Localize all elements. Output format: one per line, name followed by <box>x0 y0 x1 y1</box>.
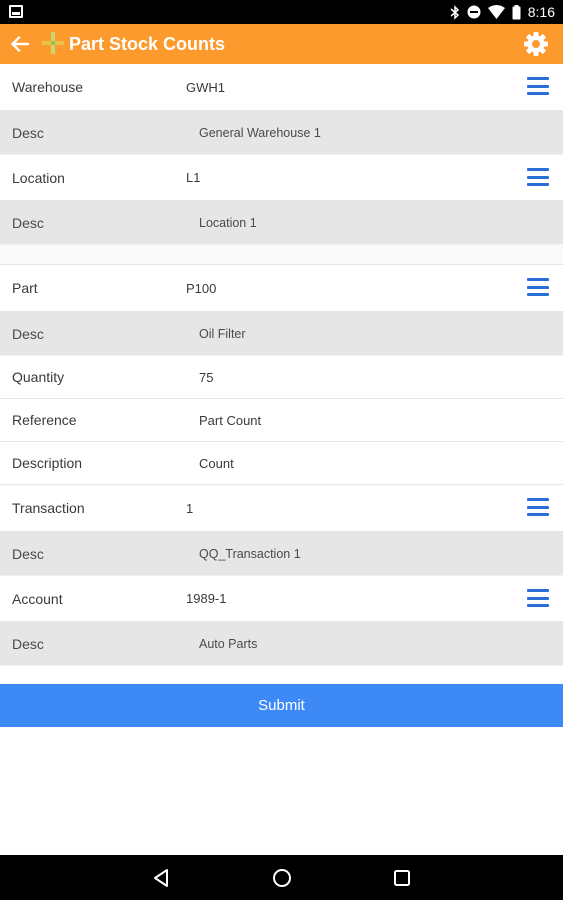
recents-square-icon <box>394 870 410 886</box>
transaction-menu-icon[interactable] <box>527 498 549 516</box>
location-value[interactable]: L1 <box>186 170 200 185</box>
transaction-desc-label: Desc <box>12 545 44 562</box>
part-row[interactable]: Part P100 <box>0 265 563 312</box>
app-logo-icon <box>42 32 64 54</box>
do-not-disturb-icon <box>467 5 481 19</box>
location-desc-value: Location 1 <box>199 215 257 230</box>
system-nav-bar <box>0 855 563 900</box>
back-triangle-icon <box>154 869 168 887</box>
reference-label: Reference <box>12 412 77 428</box>
settings-button[interactable] <box>521 29 551 59</box>
warehouse-label: Warehouse <box>12 79 84 95</box>
account-desc-row: Desc Auto Parts <box>0 622 563 666</box>
nav-home-button[interactable] <box>270 866 294 890</box>
arrow-left-icon <box>11 36 29 52</box>
account-label: Account <box>12 590 63 607</box>
reference-row[interactable]: Reference Part Count <box>0 399 563 442</box>
quantity-row[interactable]: Quantity 75 <box>0 356 563 399</box>
account-desc-value: Auto Parts <box>199 636 258 651</box>
warehouse-row[interactable]: Warehouse GWH1 <box>0 64 563 111</box>
location-desc-row: Desc Location 1 <box>0 201 563 245</box>
part-desc-label: Desc <box>12 325 44 342</box>
app-bar: Part Stock Counts <box>0 24 563 64</box>
warehouse-desc-value: General Warehouse 1 <box>199 125 321 140</box>
submit-button[interactable]: Submit <box>0 684 563 727</box>
transaction-label: Transaction <box>12 500 85 516</box>
quantity-field[interactable]: 75 <box>199 370 213 385</box>
location-label: Location <box>12 169 65 186</box>
location-menu-icon[interactable] <box>527 168 549 186</box>
page-title: Part Stock Counts <box>69 34 226 54</box>
warehouse-menu-icon[interactable] <box>527 77 549 95</box>
account-menu-icon[interactable] <box>527 589 549 607</box>
transaction-desc-value: QQ_Transaction 1 <box>199 546 301 561</box>
nav-back-button[interactable] <box>149 866 173 890</box>
part-desc-row: Desc Oil Filter <box>0 312 563 356</box>
transaction-row[interactable]: Transaction 1 <box>0 485 563 532</box>
section-divider <box>0 245 563 265</box>
description-field[interactable]: Count <box>199 456 234 471</box>
status-bar: 8:16 <box>0 0 563 24</box>
account-value[interactable]: 1989-1 <box>186 591 226 606</box>
part-menu-icon[interactable] <box>527 278 549 296</box>
account-desc-label: Desc <box>12 635 44 652</box>
part-label: Part <box>12 280 38 296</box>
back-button[interactable] <box>4 28 36 60</box>
nav-recents-button[interactable] <box>390 866 414 890</box>
description-row[interactable]: Description Count <box>0 442 563 485</box>
gear-icon <box>524 32 548 56</box>
description-label: Description <box>12 455 83 471</box>
account-row[interactable]: Account 1989-1 <box>0 576 563 622</box>
location-desc-label: Desc <box>12 214 44 231</box>
notification-icon <box>9 5 23 18</box>
battery-icon <box>512 4 521 19</box>
stock-count-form: Warehouse GWH1 Desc General Warehouse 1 … <box>0 64 563 666</box>
warehouse-desc-row: Desc General Warehouse 1 <box>0 111 563 155</box>
transaction-desc-row: Desc QQ_Transaction 1 <box>0 532 563 576</box>
transaction-value[interactable]: 1 <box>186 501 193 516</box>
home-circle-icon <box>273 869 291 887</box>
warehouse-desc-label: Desc <box>12 124 44 141</box>
screen: 8:16 Part Stock Counts Warehouse GWH1 De… <box>0 0 563 900</box>
location-row[interactable]: Location L1 <box>0 155 563 201</box>
wifi-icon <box>487 5 505 19</box>
part-value[interactable]: P100 <box>186 281 216 296</box>
clock: 8:16 <box>527 4 555 20</box>
reference-field[interactable]: Part Count <box>199 413 261 428</box>
status-icons: 8:16 <box>450 0 555 24</box>
bluetooth-icon <box>450 4 459 20</box>
quantity-label: Quantity <box>12 369 65 385</box>
warehouse-value[interactable]: GWH1 <box>186 80 225 95</box>
part-desc-value: Oil Filter <box>199 326 246 341</box>
